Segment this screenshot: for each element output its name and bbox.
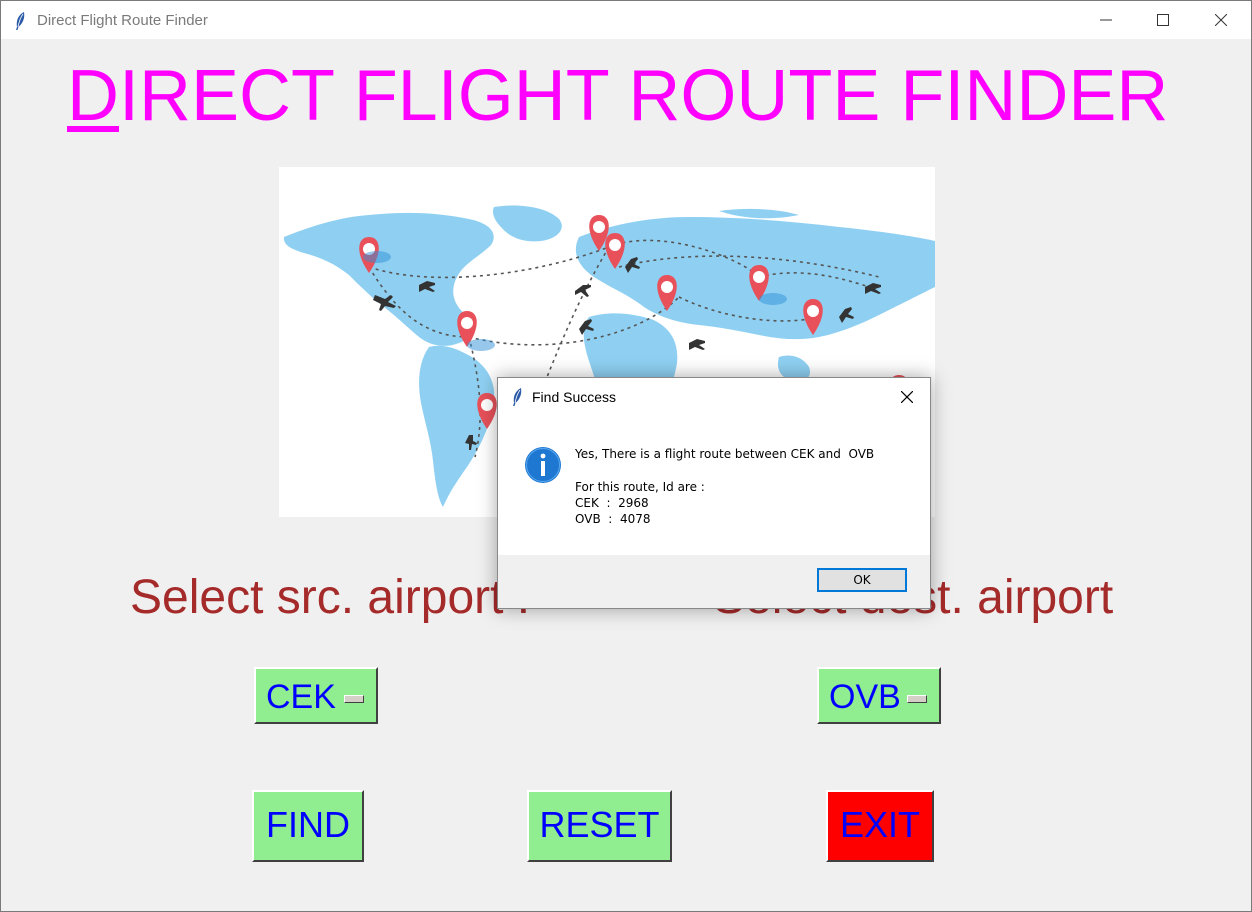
src-airport-select[interactable]: CEK — [254, 667, 378, 724]
title-first-letter: D — [67, 56, 119, 136]
ok-button[interactable]: OK — [817, 568, 907, 592]
maximize-button[interactable] — [1140, 1, 1186, 39]
find-success-dialog: Find Success Yes, There is a flight rout… — [497, 377, 931, 609]
minimize-icon — [1100, 19, 1112, 21]
src-airport-value: CEK — [266, 678, 336, 716]
page-title: DIRECT FLIGHT ROUTE FINDER — [67, 55, 1168, 137]
window-title: Direct Flight Route Finder — [37, 12, 208, 29]
close-icon — [901, 391, 913, 403]
dialog-close-button[interactable] — [886, 378, 930, 416]
dest-airport-value: OVB — [829, 678, 901, 716]
dialog-message-line3: CEK : 2968 — [575, 496, 649, 510]
dialog-message-line1: Yes, There is a flight route between CEK… — [575, 447, 875, 461]
dialog-message-line4: OVB : 4078 — [575, 512, 651, 526]
close-button[interactable] — [1198, 1, 1244, 39]
dropdown-indicator-icon — [344, 695, 364, 703]
exit-button[interactable]: EXIT — [826, 790, 934, 862]
title-rest: IRECT FLIGHT ROUTE FINDER — [119, 56, 1169, 136]
find-button[interactable]: FIND — [252, 790, 364, 862]
title-bar: Direct Flight Route Finder — [1, 1, 1251, 39]
info-icon — [524, 446, 562, 489]
dialog-footer: OK — [498, 555, 930, 608]
dialog-title: Find Success — [532, 389, 617, 405]
maximize-icon — [1157, 14, 1169, 26]
dropdown-indicator-icon — [907, 695, 927, 703]
src-airport-label: Select src. airport : — [130, 571, 531, 624]
close-icon — [1215, 14, 1227, 26]
feather-icon — [14, 11, 26, 36]
feather-icon — [511, 387, 523, 412]
dialog-message-line2: For this route, Id are : — [575, 480, 705, 494]
dest-airport-select[interactable]: OVB — [817, 667, 941, 724]
minimize-button[interactable] — [1083, 1, 1129, 39]
reset-button[interactable]: RESET — [527, 790, 672, 862]
